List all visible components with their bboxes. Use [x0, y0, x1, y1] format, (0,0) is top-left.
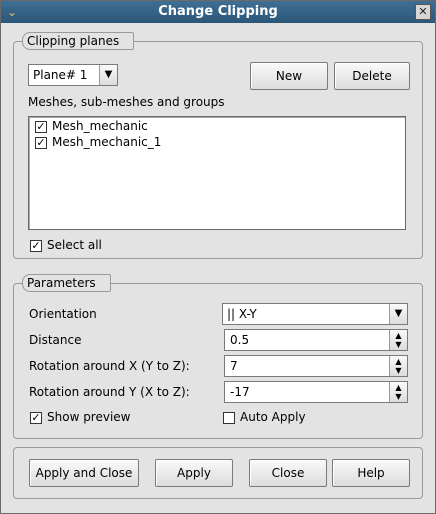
window-close-icon[interactable]: ✕ — [415, 4, 431, 20]
select-all-label: Select all — [47, 238, 102, 252]
plane-select[interactable]: Plane# 1 ▼ — [28, 64, 118, 86]
distance-label: Distance — [29, 333, 82, 347]
mesh-checkbox[interactable]: ✓ — [35, 121, 47, 133]
auto-apply-checkbox[interactable] — [223, 412, 235, 424]
show-preview-label: Show preview — [47, 410, 131, 424]
clipping-planes-group-title: Clipping planes — [22, 32, 135, 50]
clipping-planes-group: Clipping planes Plane# 1 ▼ New Delete Me… — [13, 32, 423, 259]
title-bar[interactable]: ⌄ Change Clipping ✕ — [1, 1, 435, 23]
rotation-y-label: Rotation around Y (X to Z): — [29, 385, 190, 399]
chevron-down-icon: ▼ — [389, 304, 407, 324]
rotation-x-value: 7 — [230, 359, 238, 373]
spin-arrows-icon[interactable]: ▲ ▼ — [389, 330, 407, 350]
rotation-x-label: Rotation around X (Y to Z): — [29, 359, 190, 373]
chevron-down-icon: ▼ — [99, 65, 117, 85]
rotation-y-value: -17 — [230, 385, 250, 399]
help-button[interactable]: Help — [332, 459, 410, 487]
change-clipping-dialog: ⌄ Change Clipping ✕ Clipping planes Plan… — [0, 0, 436, 514]
orientation-label: Orientation — [29, 307, 97, 321]
select-all-checkbox[interactable]: ✓ — [30, 240, 42, 252]
auto-apply-label: Auto Apply — [240, 410, 306, 424]
spin-arrows-icon[interactable]: ▲ ▼ — [389, 382, 407, 402]
rotation-y-spinbox[interactable]: -17 ▲ ▼ — [224, 381, 408, 403]
close-button[interactable]: Close — [249, 459, 327, 487]
window-title: Change Clipping — [158, 4, 278, 19]
meshes-label: Meshes, sub-meshes and groups — [28, 95, 225, 109]
mesh-label: Mesh_mechanic — [52, 119, 148, 133]
orientation-select[interactable]: || X-Y ▼ — [222, 303, 408, 325]
apply-and-close-button[interactable]: Apply and Close — [29, 459, 139, 487]
plane-select-value: Plane# 1 — [33, 68, 88, 82]
apply-button[interactable]: Apply — [155, 459, 233, 487]
distance-spinbox[interactable]: 0.5 ▲ ▼ — [224, 329, 408, 351]
button-bar: Apply and Close Apply Close Help — [13, 447, 423, 499]
meshes-list[interactable]: ✓ Mesh_mechanic ✓ Mesh_mechanic_1 — [28, 116, 406, 230]
mesh-checkbox[interactable]: ✓ — [35, 137, 47, 149]
delete-plane-button[interactable]: Delete — [334, 62, 410, 90]
new-plane-button[interactable]: New — [250, 62, 328, 90]
parameters-group: Parameters Orientation || X-Y ▼ Distance… — [13, 274, 423, 439]
distance-value: 0.5 — [230, 333, 250, 347]
parameters-group-title: Parameters — [22, 274, 111, 292]
rotation-x-spinbox[interactable]: 7 ▲ ▼ — [224, 355, 408, 377]
spin-arrows-icon[interactable]: ▲ ▼ — [389, 356, 407, 376]
mesh-label: Mesh_mechanic_1 — [52, 135, 162, 149]
show-preview-checkbox[interactable]: ✓ — [30, 412, 42, 424]
orientation-value: || X-Y — [227, 307, 257, 321]
